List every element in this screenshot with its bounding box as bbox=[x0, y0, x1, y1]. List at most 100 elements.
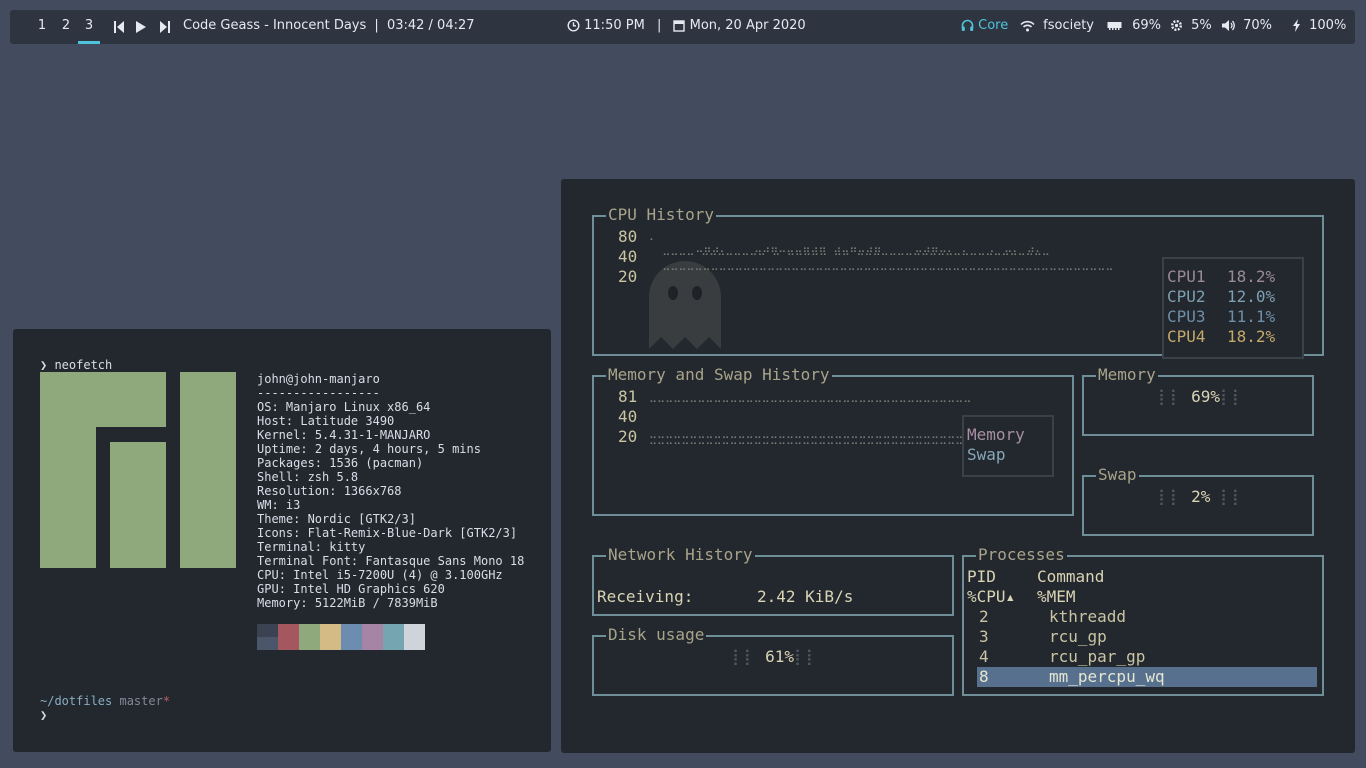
info-key: Terminal bbox=[257, 540, 315, 554]
workspace-3[interactable]: 3 bbox=[78, 10, 100, 44]
wifi-ssid: fsociety bbox=[1043, 18, 1094, 33]
info-line: GPU: Intel HD Graphics 620 bbox=[257, 582, 445, 596]
cpu-core-name: CPU1 bbox=[1167, 267, 1206, 286]
volume-module[interactable]: 70% bbox=[1221, 10, 1272, 42]
info-value: Nordic [GTK2/3] bbox=[307, 512, 416, 526]
memory-swap-history-title: Memory and Swap History bbox=[606, 365, 832, 385]
cpu-core-name: CPU3 bbox=[1167, 307, 1206, 326]
memory-panel: Memory ⡇⡇ 69%⡇⡇ bbox=[1082, 365, 1314, 436]
header-mem[interactable]: %MEM bbox=[1037, 587, 1076, 607]
info-value: Flat-Remix-Blue-Dark [GTK2/3] bbox=[307, 526, 518, 540]
processes-panel: Processes PID Command %CPU▴ %MEM 2 kthrea… bbox=[962, 545, 1324, 696]
disk-gauge: ⡇⡇ 61%⡇⡇ bbox=[732, 647, 818, 666]
disk-usage-panel: Disk usage ⡇⡇ 61%⡇⡇ bbox=[592, 625, 954, 696]
disk-percent: 61% bbox=[765, 647, 794, 666]
info-key: Kernel bbox=[257, 428, 301, 442]
info-line: Packages: 1536 (pacman) bbox=[257, 456, 424, 470]
previous-track-icon[interactable] bbox=[113, 19, 127, 35]
info-key: CPU bbox=[257, 568, 279, 582]
mem-tick-81: 81 bbox=[618, 387, 638, 406]
legend-memory: Memory bbox=[967, 425, 1025, 444]
process-command: kthreadd bbox=[1049, 607, 1127, 626]
btop-terminal[interactable]: CPU History 80 40 20 ⡀ ⣀⣤⣠⡀ ⣀⣠⣤⣀⣀⣀⣤⣠⣤ ⣠⣀… bbox=[561, 179, 1355, 753]
next-track-icon[interactable] bbox=[159, 19, 173, 35]
cpu-module[interactable]: 5% bbox=[1170, 10, 1212, 42]
prompt-line: ~/dotfiles master* bbox=[40, 694, 170, 708]
workspace-1[interactable]: 1 bbox=[31, 10, 53, 44]
info-key: Host bbox=[257, 414, 286, 428]
neofetch-terminal[interactable]: ❯ neofetch john@john-manjaro -----------… bbox=[13, 329, 551, 752]
process-row[interactable]: 2 kthreadd bbox=[977, 607, 1317, 627]
mem-tick-20: 20 bbox=[618, 427, 638, 446]
prompt-dir: ~/dotfiles bbox=[40, 694, 113, 708]
clock-icon bbox=[567, 18, 580, 33]
now-playing: Code Geass - Innocent Days | 03:42 / 04:… bbox=[183, 10, 475, 42]
command-text: neofetch bbox=[54, 358, 113, 372]
info-key: GPU bbox=[257, 582, 279, 596]
cpu-gear-icon bbox=[1170, 18, 1183, 33]
workspace-2[interactable]: 2 bbox=[55, 10, 77, 44]
info-line: Terminal Font: Fantasque Sans Mono 18 bbox=[257, 554, 525, 568]
clock[interactable]: 11:50 PM | Mon, 20 Apr 2020 bbox=[567, 10, 806, 42]
mem-tick-40: 40 bbox=[618, 407, 638, 426]
memory-swap-history-panel: Memory and Swap History 81 40 20 ⣀⣀⣀⣀⣀⣀⣀… bbox=[592, 365, 1074, 516]
memory-module[interactable]: 69% bbox=[1107, 10, 1161, 42]
headphones-module[interactable]: Core bbox=[961, 10, 1008, 42]
info-key: Uptime bbox=[257, 442, 301, 456]
header-command[interactable]: Command bbox=[1037, 567, 1104, 587]
clock-separator: | bbox=[656, 18, 662, 33]
prompt-symbol[interactable]: ❯ bbox=[40, 708, 47, 722]
track-title: Code Geass - Innocent Days bbox=[183, 18, 367, 33]
process-pid: 8 bbox=[979, 667, 989, 686]
color-swatch bbox=[404, 624, 425, 637]
process-pid: 4 bbox=[979, 647, 989, 666]
color-swatch bbox=[383, 624, 404, 637]
volume-level: 70% bbox=[1243, 18, 1273, 33]
info-value: Intel HD Graphics 620 bbox=[293, 582, 445, 596]
process-row[interactable]: 4 rcu_par_gp bbox=[977, 647, 1317, 667]
memory-title: Memory bbox=[1096, 365, 1158, 385]
header-pid[interactable]: PID bbox=[967, 567, 996, 587]
play-icon[interactable] bbox=[135, 19, 149, 35]
swap-panel: Swap ⡇⡇ 2% ⡇⡇ bbox=[1082, 465, 1314, 536]
user-host: john@john-manjaro bbox=[257, 372, 380, 386]
color-swatch bbox=[383, 637, 404, 650]
battery-module[interactable]: 100% bbox=[1292, 10, 1346, 42]
info-key: WM bbox=[257, 498, 272, 512]
info-key: Icons bbox=[257, 526, 294, 540]
cpu-history-graph: ⡀ ⣀⣤⣠⡀ ⣀⣠⣤⣀⣀⣀⣤⣠⣤ ⣠⣀⣤⣀⣠⣤ ⣀⣠⣤⣀⡀ ⡀ ⡀ ⣀⡀ ⣠⡀ … bbox=[649, 229, 1114, 277]
info-line: Kernel: 5.4.31-1-MANJARO bbox=[257, 428, 431, 442]
info-key: Resolution bbox=[257, 484, 330, 498]
cpu-core-value: 12.0% bbox=[1227, 287, 1276, 306]
color-swatch bbox=[299, 637, 320, 650]
process-pid: 3 bbox=[979, 627, 989, 646]
swap-title: Swap bbox=[1096, 465, 1139, 485]
info-value: 1536 (pacman) bbox=[329, 456, 424, 470]
info-key: OS bbox=[257, 400, 272, 414]
info-line: Uptime: 2 days, 4 hours, 5 mins bbox=[257, 442, 481, 456]
process-row[interactable]: 8 mm_percpu_wq bbox=[977, 667, 1317, 687]
info-value: Manjaro Linux x86_64 bbox=[285, 400, 431, 414]
memory-usage: 69% bbox=[1132, 18, 1162, 33]
color-palette bbox=[257, 624, 425, 652]
header-cpu-sort[interactable]: %CPU▴ bbox=[967, 587, 1015, 607]
color-swatch bbox=[404, 637, 425, 650]
headphones-label: Core bbox=[978, 18, 1009, 33]
volume-icon bbox=[1221, 18, 1236, 33]
clock-date: Mon, 20 Apr 2020 bbox=[689, 18, 806, 33]
cpu-core-value: 18.2% bbox=[1227, 267, 1276, 286]
process-row[interactable]: 3 rcu_gp bbox=[977, 627, 1317, 647]
info-value: 1366x768 bbox=[343, 484, 402, 498]
process-pid: 2 bbox=[979, 607, 989, 626]
cpu-history-panel: CPU History 80 40 20 ⡀ ⣀⣤⣠⡀ ⣀⣠⣤⣀⣀⣀⣤⣠⣤ ⣠⣀… bbox=[592, 205, 1324, 359]
processes-title: Processes bbox=[976, 545, 1067, 565]
network-receiving-value: 2.42 KiB/s bbox=[757, 587, 854, 606]
info-key: Memory bbox=[257, 596, 301, 610]
color-swatch bbox=[362, 637, 383, 650]
user-host-rule: ----------------- bbox=[257, 386, 380, 400]
network-history-panel: Network History Receiving: 2.42 KiB/s bbox=[592, 545, 954, 616]
info-value: kitty bbox=[329, 540, 366, 554]
info-value: 5.4.31-1-MANJARO bbox=[314, 428, 431, 442]
color-swatch bbox=[362, 624, 383, 637]
wifi-module[interactable]: fsociety bbox=[1020, 10, 1094, 42]
